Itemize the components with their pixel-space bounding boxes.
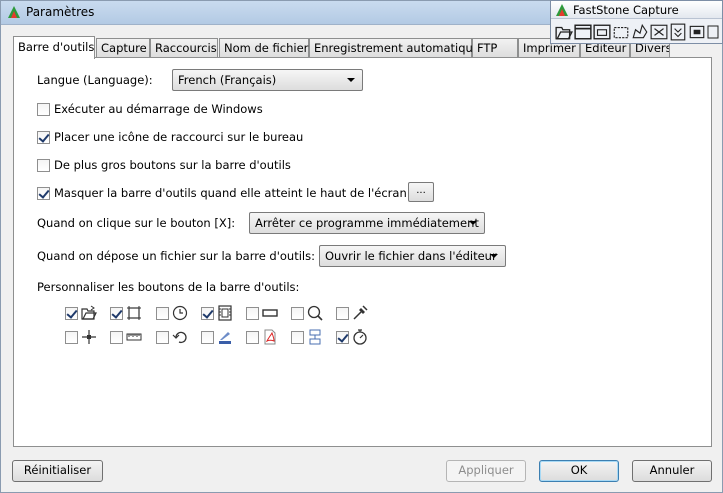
cancel-button[interactable]: Annuler	[632, 460, 712, 482]
toolbar-button-checkbox[interactable]	[110, 331, 123, 344]
drop-file-select[interactable]: Ouvrir le fichier dans l'éditeur	[319, 245, 506, 267]
fixed-region-icon[interactable]	[688, 23, 706, 41]
toolbar-button-checkbox[interactable]	[65, 331, 78, 344]
toolbar-button-checkbox[interactable]	[291, 331, 304, 344]
open-icon[interactable]	[555, 23, 573, 41]
scrolling-window-icon	[309, 329, 321, 345]
undo-icon	[172, 331, 187, 344]
autohide-options-button[interactable]: ...	[408, 182, 434, 202]
chevron-down-icon	[469, 221, 477, 225]
drop-file-label: Quand on dépose un fichier sur la barre …	[37, 249, 315, 263]
magnifier-icon	[307, 305, 323, 321]
apply-button[interactable]: Appliquer	[446, 460, 526, 482]
toolbar-button-checkbox[interactable]	[156, 331, 169, 344]
toolbar-button-checkbox[interactable]	[246, 331, 259, 344]
tab-ftp[interactable]: FTP	[472, 38, 518, 58]
window-title: Paramètres	[26, 5, 95, 19]
screen-video-icon	[218, 305, 232, 321]
reset-button[interactable]: Réinitialiser	[12, 460, 103, 482]
ok-button[interactable]: OK	[539, 460, 619, 482]
click-x-value: Arrêter ce programme immédiatement	[255, 216, 479, 230]
click-x-label: Quand on clique sur le bouton [X]:	[37, 216, 236, 230]
capture-fullscreen-icon[interactable]	[650, 23, 668, 41]
toolbar-button-checkbox[interactable]	[336, 307, 349, 320]
color-picker-icon	[353, 305, 368, 320]
folder-open-icon	[81, 305, 97, 320]
run-at-startup-label: Exécuter au démarrage de Windows	[54, 102, 263, 116]
toolbar-button-checkbox[interactable]	[246, 307, 259, 320]
scanner-icon	[219, 332, 231, 344]
desktop-shortcut-checkbox[interactable]	[37, 131, 50, 144]
app-icon	[8, 6, 20, 18]
faststone-logo-icon	[556, 4, 568, 16]
language-label: Langue (Language):	[37, 73, 153, 87]
settings-window: Paramètres Barre d'outils Capture Raccou…	[0, 0, 723, 493]
toolbar-button-checkbox[interactable]	[291, 307, 304, 320]
autohide-label: Masquer la barre d'outils quand elle att…	[54, 186, 407, 200]
chevron-down-icon	[490, 254, 498, 258]
faststone-icon-row	[555, 23, 721, 41]
capture-object-icon[interactable]	[593, 23, 611, 41]
screen-ruler-icon	[126, 333, 142, 341]
crosshair-icon	[82, 330, 96, 344]
tab-autosave[interactable]: Enregistrement automatique	[309, 38, 480, 58]
language-value: French (Français)	[178, 73, 277, 87]
run-at-startup-checkbox[interactable]	[37, 103, 50, 116]
toolbar-button-checkbox[interactable]	[65, 307, 78, 320]
fixed-region-icon	[262, 309, 278, 317]
delayed-capture-icon	[172, 305, 188, 321]
more-icon[interactable]	[707, 23, 719, 41]
toolbar-button-checkbox[interactable]	[110, 307, 123, 320]
capture-rectangle-icon[interactable]	[612, 23, 630, 41]
tab-toolbar[interactable]: Barre d'outils	[13, 36, 95, 59]
toolbar-button-checkbox[interactable]	[201, 307, 214, 320]
customize-label: Personnaliser les boutons de la barre d'…	[37, 280, 300, 294]
toolbar-button-checkbox[interactable]	[201, 331, 214, 344]
language-select[interactable]: French (Français)	[172, 69, 363, 91]
toolbar-button-checkbox[interactable]	[156, 307, 169, 320]
desktop-shortcut-label: Placer une icône de raccourci sur le bur…	[54, 130, 304, 144]
big-buttons-checkbox[interactable]	[37, 159, 50, 172]
chevron-down-icon	[347, 78, 355, 82]
toolbar-settings-panel: Langue (Language): French (Français) Exé…	[13, 57, 712, 447]
click-x-select[interactable]: Arrêter ce programme immédiatement	[249, 212, 485, 234]
toolbar-button-checkbox[interactable]	[336, 331, 349, 344]
faststone-toolbar[interactable]: FastStone Capture	[550, 0, 723, 44]
capture-rectangle-icon	[127, 306, 141, 320]
faststone-title: FastStone Capture	[573, 3, 679, 17]
tab-capture[interactable]: Capture	[96, 38, 150, 58]
drop-file-value: Ouvrir le fichier dans l'éditeur	[325, 249, 497, 263]
capture-freehand-icon[interactable]	[631, 23, 649, 41]
capture-window-icon[interactable]	[574, 23, 592, 41]
autohide-checkbox[interactable]	[37, 187, 50, 200]
pdf-icon	[264, 329, 276, 345]
scrolling-window-icon[interactable]	[669, 23, 687, 41]
big-buttons-label: De plus gros boutons sur la barre d'outi…	[54, 158, 291, 172]
faststone-title-bar[interactable]: FastStone Capture	[551, 1, 722, 19]
tab-shortcuts[interactable]: Raccourcis	[150, 38, 218, 58]
timer-icon	[353, 329, 367, 345]
tab-filename[interactable]: Nom de fichier	[219, 38, 309, 58]
